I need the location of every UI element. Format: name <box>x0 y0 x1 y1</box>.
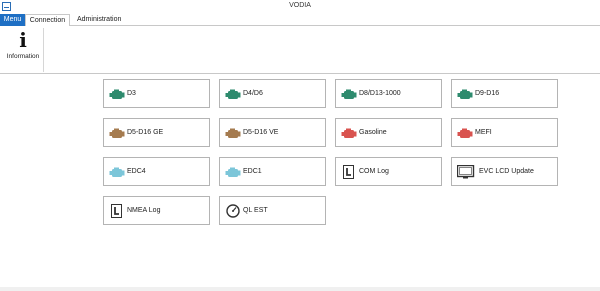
engine-icon <box>457 88 473 100</box>
engine-icon <box>225 166 241 178</box>
tile-edc1[interactable]: EDC1 <box>219 157 326 186</box>
tile-label: COM Log <box>359 168 389 175</box>
engine-icon <box>457 127 473 139</box>
tile-evc-lcd-update[interactable]: EVC LCD Update <box>451 157 558 186</box>
gauge-icon <box>225 204 241 218</box>
tile-gasoline[interactable]: Gasoline <box>335 118 442 147</box>
tile-label: D4/D6 <box>243 90 263 97</box>
engine-icon <box>109 166 125 178</box>
engine-icon <box>341 88 357 100</box>
tile-label: D8/D13-1000 <box>359 90 401 97</box>
tile-d9-d16[interactable]: D9-D16 <box>451 79 558 108</box>
engine-icon <box>109 127 125 139</box>
log-icon <box>109 204 125 218</box>
tile-label: QL EST <box>243 207 268 214</box>
tile-d5-d16-ve[interactable]: D5-D16 VE <box>219 118 326 147</box>
engine-icon <box>225 88 241 100</box>
tile-d4-d6[interactable]: D4/D6 <box>219 79 326 108</box>
tile-d8-d13-1000[interactable]: D8/D13-1000 <box>335 79 442 108</box>
engine-icon <box>109 88 125 100</box>
monitor-icon <box>456 164 475 179</box>
status-strip <box>0 287 600 291</box>
tile-edc4[interactable]: EDC4 <box>103 157 210 186</box>
tile-grid: D3 D4/D6 D8/D13-1000 D9-D16 D5-D16 GE D5-D16 … <box>0 0 600 291</box>
tile-label: NMEA Log <box>127 207 161 214</box>
tile-mefi[interactable]: MEFI <box>451 118 558 147</box>
tile-d3[interactable]: D3 <box>103 79 210 108</box>
tile-label: D3 <box>127 90 136 97</box>
tile-label: D9-D16 <box>475 90 500 97</box>
tile-label: EDC4 <box>127 168 146 175</box>
tile-label: EDC1 <box>243 168 262 175</box>
engine-icon <box>341 127 357 139</box>
tile-label: Gasoline <box>359 129 387 136</box>
tile-label: D5-D16 GE <box>127 129 164 136</box>
tile-nmea-log[interactable]: NMEA Log <box>103 196 210 225</box>
tile-label: EVC LCD Update <box>479 168 534 175</box>
tile-d5-d16-ge[interactable]: D5-D16 GE <box>103 118 210 147</box>
tile-label: D5-D16 VE <box>243 129 279 136</box>
tile-ql-est[interactable]: QL EST <box>219 196 326 225</box>
tile-label: MEFI <box>475 129 492 136</box>
engine-icon <box>225 127 241 139</box>
tile-com-log[interactable]: COM Log <box>335 157 442 186</box>
log-icon <box>341 165 357 179</box>
